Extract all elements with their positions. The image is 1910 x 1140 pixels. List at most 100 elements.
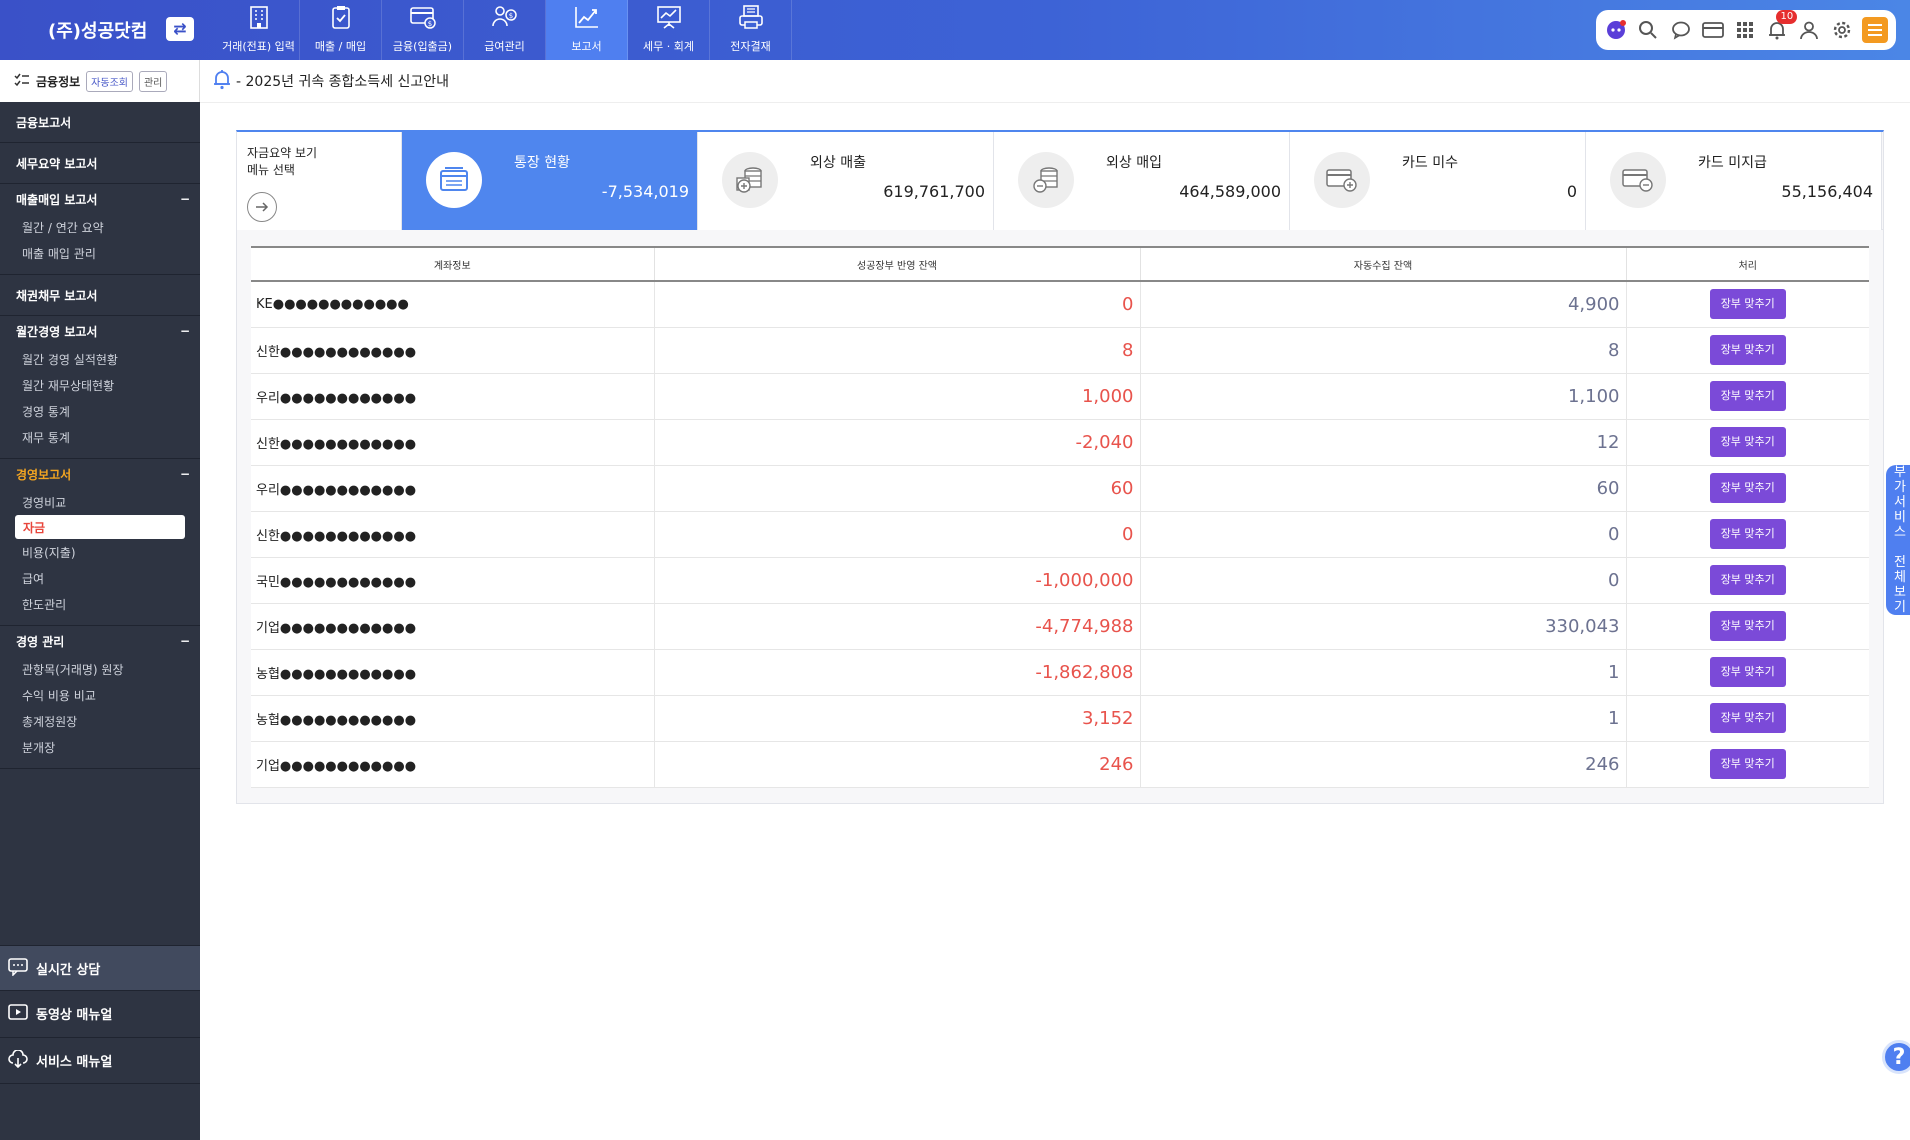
sidebar-item[interactable]: 수익 비용 비교: [0, 682, 200, 708]
bankbook-icon: [426, 152, 482, 208]
account-cell: 기업●●●●●●●●●●●●: [251, 741, 655, 788]
sidebar-link-video[interactable]: 동영상 매뉴얼: [0, 990, 200, 1036]
sidebar-item[interactable]: 분개장: [0, 734, 200, 760]
table-row: 기업●●●●●●●●●●●● 246 246 장부 맞추기: [251, 741, 1869, 788]
sidebar-group-title[interactable]: 세무요약 보고서: [0, 143, 200, 183]
summary-card[interactable]: 외상 매출 619,761,700: [698, 132, 994, 230]
sidebar-item[interactable]: 재무 통계: [0, 424, 200, 450]
auto-query-button[interactable]: 자동조회: [86, 70, 133, 92]
side-tab-char: 체: [1894, 570, 1906, 585]
search-icon[interactable]: [1636, 18, 1660, 42]
user-icon[interactable]: [1797, 18, 1821, 42]
bell-icon[interactable]: 10: [1765, 10, 1798, 42]
nav-tab-label: 세무 · 회계: [643, 40, 694, 53]
sidebar-group-title[interactable]: 채권채무 보고서: [0, 275, 200, 315]
card-icon[interactable]: [1701, 18, 1725, 42]
ledger-balance-cell: 0: [654, 281, 1141, 328]
gear-icon[interactable]: [1830, 18, 1854, 42]
arrow-right-icon[interactable]: [247, 192, 277, 222]
summary-card[interactable]: 외상 매입 464,589,000: [994, 132, 1290, 230]
sidebar-item[interactable]: 경영 통계: [0, 398, 200, 424]
sidebar-group-title[interactable]: 월간경영 보고서 −: [0, 316, 200, 346]
ledger-match-button[interactable]: 장부 맞추기: [1709, 335, 1786, 365]
side-tab-char: 비: [1894, 510, 1906, 525]
sidebar-item[interactable]: 관항목(거래명) 원장: [0, 656, 200, 682]
sidebar-item[interactable]: 월간 경영 실적현황: [0, 346, 200, 372]
table-body: KE●●●●●●●●●●●● 0 4,900 장부 맞추기 신한●●●●●●●●●●●●…: [251, 281, 1869, 788]
nav-tab[interactable]: 거래(전표) 입력: [218, 0, 300, 60]
col-action: 처리: [1626, 246, 1869, 282]
sidebar-item[interactable]: 월간 / 연간 요약: [0, 214, 200, 240]
ledger-balance-cell: 1,000: [654, 373, 1141, 420]
addon-services-tab[interactable]: 부가서비스 전체보기: [1886, 465, 1910, 615]
summary-card[interactable]: 카드 미수 0: [1290, 132, 1586, 230]
summary-card[interactable]: 통장 현황 -7,534,019: [402, 132, 698, 230]
side-tab-char: 기: [1894, 600, 1906, 615]
toolbar: 10: [1596, 10, 1896, 50]
auto-balance-cell: 1: [1140, 649, 1627, 696]
company-name[interactable]: (주)성공닷컴: [48, 17, 147, 43]
sidebar-group-label: 경영보고서: [16, 467, 72, 482]
sidebar-item[interactable]: 총계정원장: [0, 708, 200, 734]
sidebar-item[interactable]: 월간 재무상태현황: [0, 372, 200, 398]
notice-bar[interactable]: - 2025년 귀속 종합소득세 신고안내: [212, 68, 449, 94]
sidebar-group-title[interactable]: 경영 관리 −: [0, 626, 200, 656]
collapse-icon[interactable]: −: [180, 467, 190, 481]
sidebar-item[interactable]: 한도관리: [0, 591, 200, 617]
company-switch-button[interactable]: ⇄: [166, 17, 194, 41]
hamburger-menu-icon[interactable]: [1861, 17, 1888, 43]
help-icon[interactable]: ?: [1882, 1040, 1910, 1074]
table-row: 신한●●●●●●●●●●●● 8 8 장부 맞추기: [251, 327, 1869, 374]
collapse-icon[interactable]: −: [180, 324, 190, 338]
sidebar-group-label: 월간경영 보고서: [16, 324, 98, 339]
sidebar-group-title[interactable]: 금융보고서: [0, 102, 200, 142]
ledger-match-button[interactable]: 장부 맞추기: [1709, 611, 1786, 641]
sidebar-item[interactable]: 매출 매입 관리: [0, 240, 200, 266]
collapse-icon[interactable]: −: [180, 192, 190, 206]
sidebar-item[interactable]: 비용(지출): [0, 539, 200, 565]
nav-tab[interactable]: 전자결재: [710, 0, 792, 60]
ledger-match-button[interactable]: 장부 맞추기: [1709, 381, 1786, 411]
payroll-icon: $: [491, 4, 519, 38]
nav-tab[interactable]: $ 금융(입출금): [382, 0, 464, 60]
auto-balance-cell: 330,043: [1140, 603, 1627, 650]
card-money-icon: $: [409, 4, 437, 38]
ledger-match-button[interactable]: 장부 맞추기: [1709, 519, 1786, 549]
sidebar-group-title[interactable]: 경영보고서 −: [0, 459, 200, 489]
sidebar-group-label: 경영 관리: [16, 634, 65, 649]
collapse-icon[interactable]: −: [180, 634, 190, 648]
card-plus-icon: [1314, 152, 1370, 208]
ledger-match-button[interactable]: 장부 맞추기: [1709, 565, 1786, 595]
nav-tab[interactable]: $ 급여관리: [464, 0, 546, 60]
sidebar-item[interactable]: 자금: [15, 515, 185, 539]
ledger-match-button[interactable]: 장부 맞추기: [1709, 427, 1786, 457]
ledger-match-button[interactable]: 장부 맞추기: [1709, 289, 1786, 320]
nav-tab-label: 급여관리: [484, 40, 525, 53]
ledger-match-button[interactable]: 장부 맞추기: [1709, 703, 1786, 733]
apps-grid-icon[interactable]: [1733, 18, 1757, 42]
table-header-row: 계좌정보 성공장부 반영 잔액 자동수집 잔액 처리: [251, 246, 1869, 282]
nav-tab-label: 전자결재: [730, 40, 771, 53]
clipboard-check-icon: [328, 4, 354, 38]
summary-card-value: 619,761,700: [883, 182, 985, 201]
auto-balance-cell: 4,900: [1140, 281, 1627, 328]
nav-tab[interactable]: 보고서: [546, 0, 628, 60]
sidebar-link-chat[interactable]: 실시간 상담: [0, 945, 200, 991]
table-row: 기업●●●●●●●●●●●● -4,774,988 330,043 장부 맞추기: [251, 603, 1869, 650]
chatbot-icon[interactable]: [1604, 18, 1628, 42]
ledger-match-button[interactable]: 장부 맞추기: [1709, 473, 1786, 503]
message-icon[interactable]: [1669, 18, 1693, 42]
sidebar-group-title[interactable]: 매출매입 보고서 −: [0, 184, 200, 214]
sidebar-link-cloud-download[interactable]: 서비스 매뉴얼: [0, 1037, 200, 1083]
sidebar-group: 월간경영 보고서 − 월간 경영 실적현황 월간 재무상태현황 경영 통계 재무 통계: [0, 316, 200, 459]
manage-button[interactable]: 관리: [138, 70, 168, 92]
summary-card[interactable]: 카드 미지급 55,156,404: [1586, 132, 1882, 230]
ledger-match-button[interactable]: 장부 맞추기: [1709, 657, 1786, 687]
ledger-match-button[interactable]: 장부 맞추기: [1709, 749, 1786, 779]
sidebar-item[interactable]: 경영비교: [0, 489, 200, 515]
nav-tab[interactable]: 세무 · 회계: [628, 0, 710, 60]
summary-menu-select[interactable]: 자금요약 보기 메뉴 선택: [237, 132, 402, 230]
divider: [200, 102, 1910, 103]
sidebar-item[interactable]: 급여: [0, 565, 200, 591]
nav-tab[interactable]: 매출 / 매입: [300, 0, 382, 60]
